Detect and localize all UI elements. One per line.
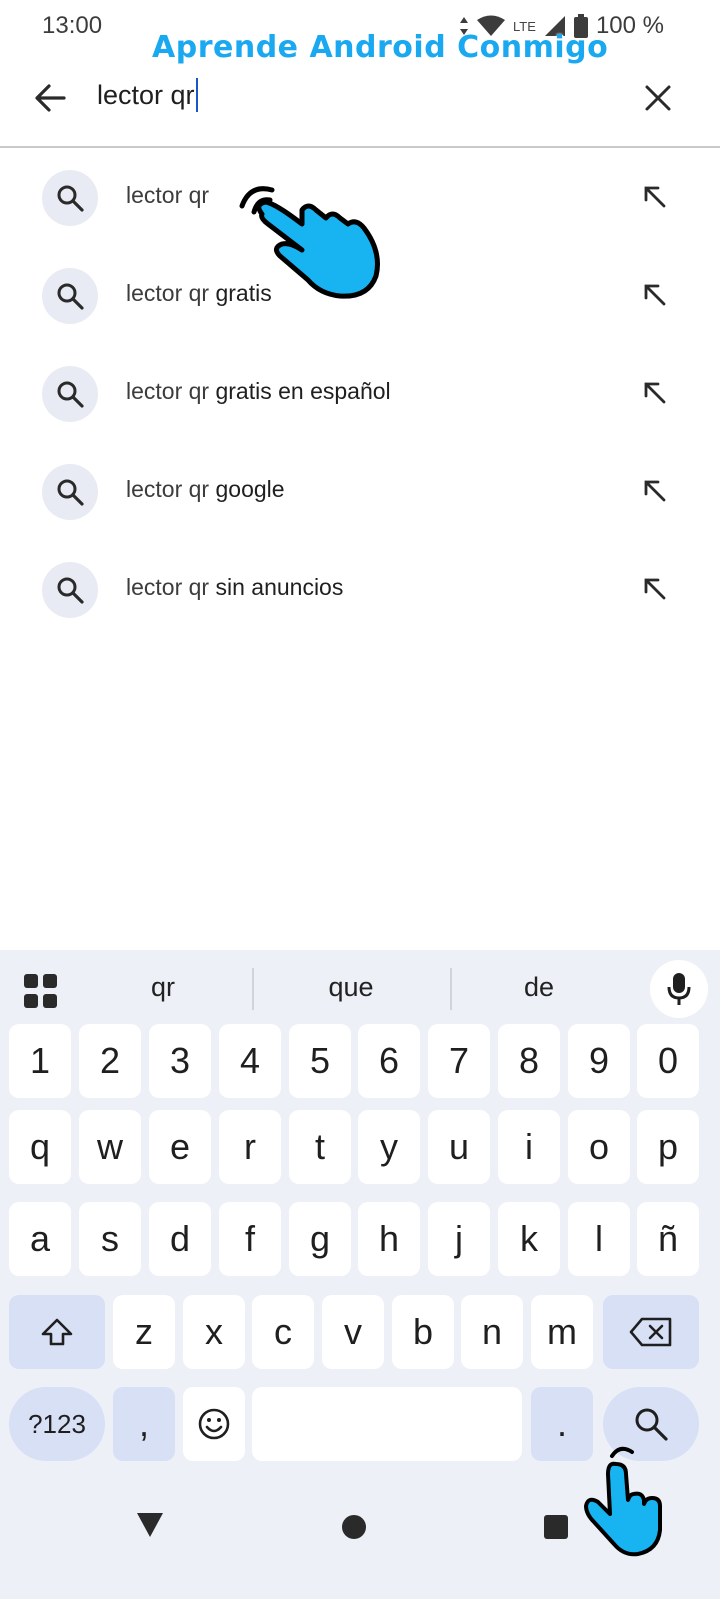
mic-icon[interactable]	[650, 960, 708, 1018]
emoji-key[interactable]	[183, 1387, 245, 1461]
suggestion-label: lector qr sin anuncios	[126, 574, 344, 600]
key[interactable]: f	[219, 1202, 281, 1276]
key[interactable]: z	[113, 1295, 175, 1369]
key[interactable]: e	[149, 1110, 211, 1184]
space-key[interactable]	[252, 1387, 522, 1461]
key[interactable]: q	[9, 1110, 71, 1184]
key[interactable]: r	[219, 1110, 281, 1184]
key[interactable]: g	[289, 1202, 351, 1276]
status-time: 13:00	[42, 12, 103, 39]
search-icon	[42, 170, 98, 226]
key[interactable]: s	[79, 1202, 141, 1276]
search-input[interactable]: lector qr	[97, 78, 198, 112]
key[interactable]: b	[392, 1295, 454, 1369]
search-icon	[635, 1408, 668, 1441]
divider	[252, 968, 254, 1010]
key[interactable]: 0	[637, 1024, 699, 1098]
key[interactable]: n	[461, 1295, 523, 1369]
key[interactable]: i	[498, 1110, 560, 1184]
close-icon[interactable]	[640, 80, 676, 116]
search-icon	[42, 562, 98, 618]
suggestion-item[interactable]: lector qr gratis en español	[0, 344, 720, 442]
arrow-up-left-icon[interactable]	[640, 378, 668, 406]
keyboard-row-numbers: 1 2 3 4 5 6 7 8 9 0	[0, 1024, 720, 1098]
key[interactable]: 8	[498, 1024, 560, 1098]
search-icon	[42, 366, 98, 422]
key[interactable]: d	[149, 1202, 211, 1276]
key[interactable]: a	[9, 1202, 71, 1276]
search-header: lector qr	[0, 52, 720, 148]
suggestion-label: lector qr gratis en español	[126, 378, 391, 404]
key[interactable]: 1	[9, 1024, 71, 1098]
emoji-icon	[198, 1408, 230, 1440]
grid-icon[interactable]	[24, 974, 58, 1008]
search-query-text: lector qr	[97, 79, 195, 110]
key[interactable]: l	[568, 1202, 630, 1276]
suggestion-item[interactable]: lector qr google	[0, 442, 720, 540]
key[interactable]: 3	[149, 1024, 211, 1098]
backspace-icon	[629, 1317, 672, 1347]
keyboard-row-bottom: z x c v b n m	[0, 1295, 720, 1369]
keyboard-row-middle: a s d f g h j k l ñ	[0, 1202, 720, 1276]
search-icon	[42, 464, 98, 520]
key[interactable]: 7	[428, 1024, 490, 1098]
key[interactable]: m	[531, 1295, 593, 1369]
key[interactable]: c	[252, 1295, 314, 1369]
symbols-key[interactable]: ?123	[9, 1387, 105, 1461]
word-suggestion[interactable]: que	[276, 972, 426, 1003]
keyboard-suggestion-bar: qr que de	[0, 950, 720, 1032]
key[interactable]: 4	[219, 1024, 281, 1098]
shift-key[interactable]	[9, 1295, 105, 1369]
divider	[450, 968, 452, 1010]
key[interactable]: 6	[358, 1024, 420, 1098]
key[interactable]: p	[637, 1110, 699, 1184]
suggestion-label: lector qr google	[126, 476, 285, 502]
key[interactable]: 5	[289, 1024, 351, 1098]
comma-key[interactable]: ,	[113, 1387, 175, 1461]
arrow-up-left-icon[interactable]	[640, 182, 668, 210]
key[interactable]: u	[428, 1110, 490, 1184]
key[interactable]: v	[322, 1295, 384, 1369]
key[interactable]: j	[428, 1202, 490, 1276]
arrow-up-left-icon[interactable]	[640, 574, 668, 602]
key[interactable]: h	[358, 1202, 420, 1276]
key[interactable]: ñ	[637, 1202, 699, 1276]
word-suggestion[interactable]: qr	[88, 972, 238, 1003]
key[interactable]: 9	[568, 1024, 630, 1098]
back-triangle-icon[interactable]	[136, 1512, 164, 1538]
home-circle-icon[interactable]	[341, 1514, 367, 1540]
tap-hand-icon	[584, 1446, 662, 1557]
key[interactable]: w	[79, 1110, 141, 1184]
key[interactable]: k	[498, 1202, 560, 1276]
key[interactable]: x	[183, 1295, 245, 1369]
arrow-left-icon[interactable]	[30, 78, 70, 118]
key[interactable]: o	[568, 1110, 630, 1184]
backspace-key[interactable]	[603, 1295, 699, 1369]
key[interactable]: y	[358, 1110, 420, 1184]
recents-square-icon[interactable]	[543, 1514, 569, 1540]
arrow-up-left-icon[interactable]	[640, 280, 668, 308]
word-suggestion[interactable]: de	[464, 972, 614, 1003]
text-caret	[195, 78, 198, 112]
suggestion-item[interactable]: lector qr sin anuncios	[0, 540, 720, 638]
key[interactable]: t	[289, 1110, 351, 1184]
keyboard-row-top: q w e r t y u i o p	[0, 1110, 720, 1184]
tap-hand-icon	[239, 186, 380, 299]
suggestion-label: lector qr	[126, 182, 210, 208]
shift-icon	[41, 1318, 73, 1346]
key[interactable]: 2	[79, 1024, 141, 1098]
arrow-up-left-icon[interactable]	[640, 476, 668, 504]
search-icon	[42, 268, 98, 324]
